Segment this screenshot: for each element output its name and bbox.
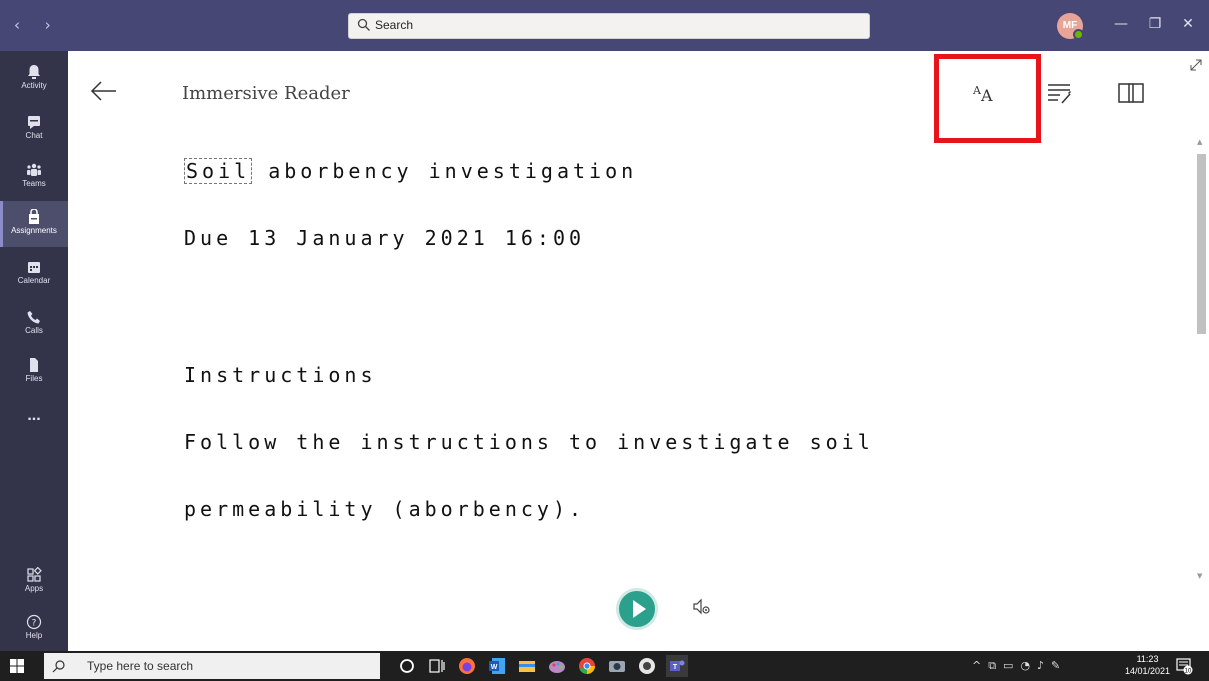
calendar-icon [28, 262, 40, 273]
windows-taskbar: Type here to search W T ^ ⧉ ▭ ◔ ♪ ✎ 11:2… [0, 651, 1209, 681]
reader-line-rest: aborbency investigation [252, 159, 638, 183]
page-title: Immersive Reader [182, 83, 350, 104]
search-input[interactable]: Search [348, 13, 870, 39]
clock-time: 11:23 [1136, 654, 1159, 664]
play-button[interactable] [616, 588, 658, 630]
svg-text:?: ? [32, 619, 37, 629]
avatar[interactable]: MF [1057, 13, 1084, 40]
reader-line: Soil aborbency investigation [184, 158, 638, 184]
voice-settings-icon[interactable] [691, 596, 713, 618]
paint-icon[interactable] [546, 655, 568, 677]
file-icon [30, 358, 38, 372]
search-placeholder: Search [375, 18, 414, 32]
history-nav-arrows[interactable]: ‹ › [14, 16, 61, 34]
scroll-down-arrow-icon[interactable]: ▼ [1197, 572, 1202, 580]
taskbar-search-input[interactable]: Type here to search [44, 653, 380, 679]
search-icon [357, 18, 370, 31]
windows-start-icon[interactable] [10, 659, 24, 673]
app-rail: Activity Chat Teams Assignments Calendar… [0, 51, 68, 651]
back-arrow-icon[interactable] [90, 81, 118, 101]
restore-button[interactable]: ❐ [1145, 13, 1165, 35]
taskbar-search-placeholder: Type here to search [87, 659, 194, 673]
grammar-options-icon[interactable] [1046, 79, 1076, 107]
clock-date: 14/01/2021 [1125, 666, 1171, 676]
teams-taskbar-icon[interactable]: T [666, 655, 688, 677]
app-icon[interactable] [636, 655, 658, 677]
reader-line: Due 13 January 2021 16:00 [184, 226, 586, 250]
reading-preferences-icon[interactable] [1116, 79, 1146, 107]
notification-count: 10 [1185, 669, 1192, 675]
system-tray-icons[interactable]: ^ ⧉ ▭ ◔ ♪ ✎ [972, 659, 1060, 673]
rail-item-files[interactable]: Files [0, 349, 68, 395]
minimize-button[interactable]: — [1111, 13, 1131, 35]
notification-center-icon[interactable]: 10 [1175, 657, 1193, 675]
rail-item-apps[interactable]: Apps [0, 559, 68, 605]
chrome-icon[interactable] [576, 655, 598, 677]
title-bar: ‹ › Search MF — ❐ ✕ [0, 0, 1209, 51]
rail-item-calendar[interactable]: Calendar [0, 251, 68, 297]
phone-icon [27, 311, 40, 324]
focused-word[interactable]: Soil [184, 158, 253, 184]
task-view-icon[interactable] [426, 655, 448, 677]
cortana-icon[interactable] [396, 655, 418, 677]
rail-item-help[interactable]: ? Help [0, 606, 68, 652]
search-icon [52, 660, 65, 673]
more-icon: ... [27, 407, 41, 424]
scrollbar[interactable]: ▲ ▼ [1194, 136, 1208, 584]
camera-icon[interactable] [606, 655, 628, 677]
reader-line: permeability (aborbency). [184, 497, 586, 521]
svg-text:T: T [673, 664, 678, 671]
scrollbar-thumb[interactable] [1197, 154, 1206, 334]
chat-icon [28, 116, 40, 129]
reader-line: Instructions [184, 363, 377, 387]
rail-item-activity[interactable]: Activity [0, 56, 68, 102]
svg-text:W: W [491, 664, 498, 671]
highlight-annotation-box [934, 54, 1041, 143]
rail-item-chat[interactable]: Chat [0, 106, 68, 152]
apps-icon [27, 567, 42, 582]
file-explorer-icon[interactable] [516, 655, 538, 677]
bell-icon [28, 65, 40, 79]
close-button[interactable]: ✕ [1178, 13, 1198, 35]
clock[interactable]: 11:23 14/01/2021 [1125, 653, 1170, 677]
reader-line: Follow the instructions to investigate s… [184, 430, 874, 454]
rail-item-assignments[interactable]: Assignments [0, 201, 68, 247]
rail-item-more[interactable]: ... [0, 403, 68, 449]
firefox-icon[interactable] [456, 655, 478, 677]
assignments-icon [29, 209, 39, 224]
word-icon[interactable]: W [486, 655, 508, 677]
rail-item-teams[interactable]: Teams [0, 154, 68, 200]
immersive-reader-panel: Immersive Reader AA Soil aborbency inves… [68, 51, 1209, 651]
rail-item-calls[interactable]: Calls [0, 301, 68, 347]
expand-icon[interactable] [1188, 57, 1204, 73]
help-icon: ? [26, 614, 42, 630]
play-icon [633, 600, 646, 618]
scroll-up-arrow-icon[interactable]: ▲ [1197, 138, 1202, 146]
teams-icon [27, 163, 41, 176]
presence-available-icon [1073, 29, 1084, 40]
